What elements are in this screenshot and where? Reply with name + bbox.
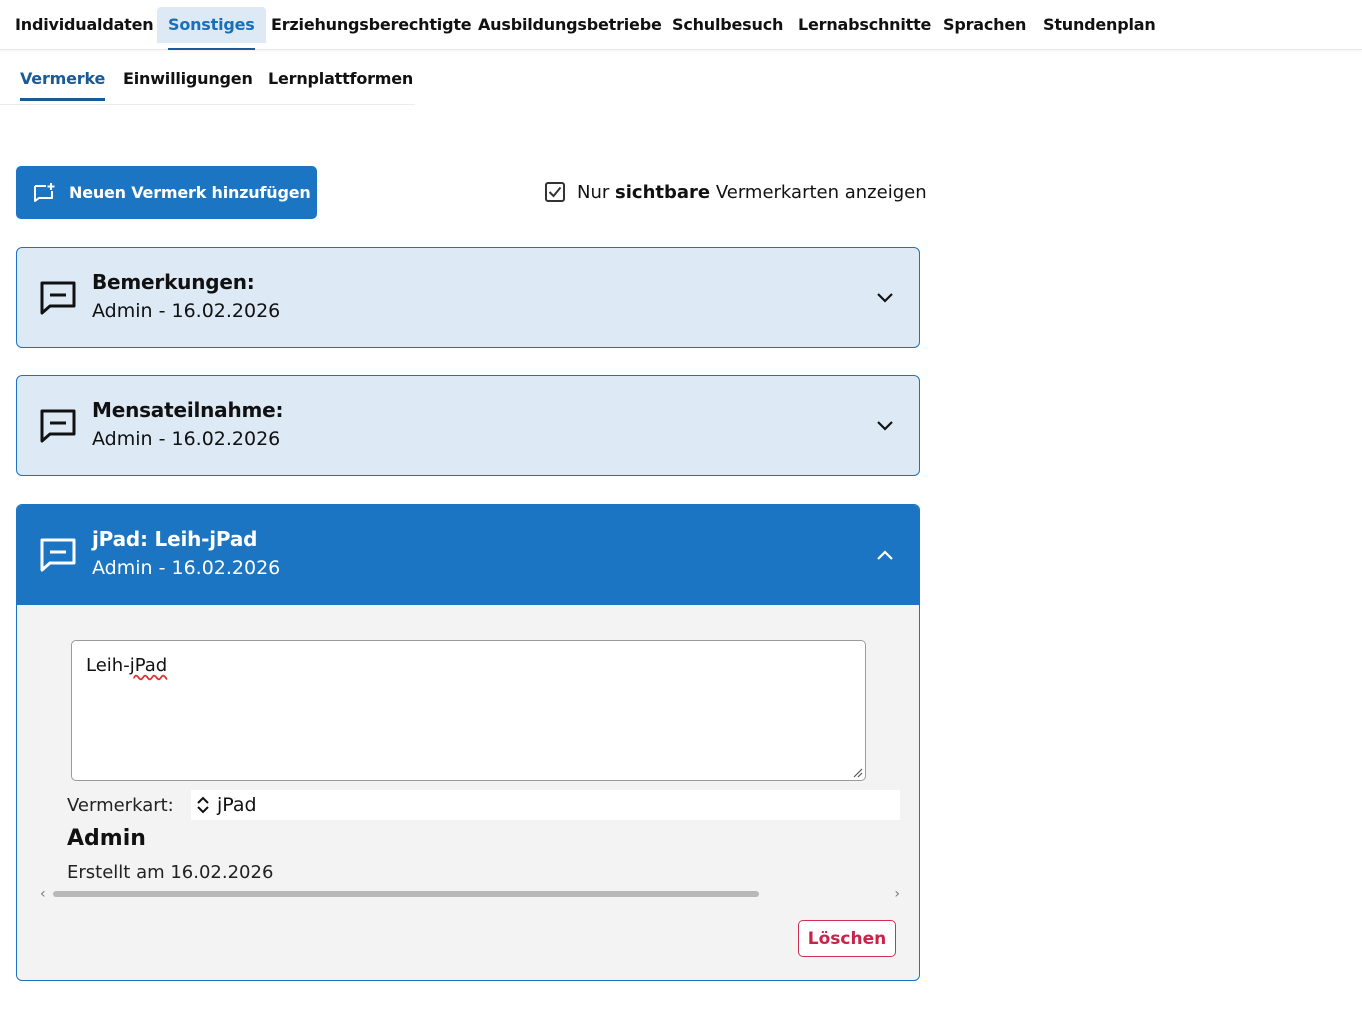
note-card-jpad: jPad: Leih-jPad Admin - 16.02.2026 Leih-…: [16, 504, 920, 981]
note-card-mensateilnahme: Mensateilnahme: Admin - 16.02.2026: [16, 375, 920, 476]
horizontal-scrollbar[interactable]: ‹ ›: [39, 885, 901, 903]
subtab-einwilligungen[interactable]: Einwilligungen: [123, 69, 253, 88]
main-tab-bar: Individualdaten Sonstiges Erziehungsbere…: [0, 0, 1362, 50]
tab-ausbildungsbetriebe[interactable]: Ausbildungsbetriebe: [478, 7, 662, 43]
note-title: Bemerkungen:: [92, 270, 255, 294]
tab-sprachen[interactable]: Sprachen: [943, 7, 1026, 43]
tab-schulbesuch[interactable]: Schulbesuch: [672, 7, 783, 43]
scroll-left-icon[interactable]: ‹: [40, 886, 46, 902]
note-card-header[interactable]: Bemerkungen: Admin - 16.02.2026: [17, 248, 919, 347]
note-kind-select[interactable]: jPad: [191, 790, 900, 820]
scrollbar-thumb[interactable]: [53, 891, 759, 897]
tab-erziehungsberechtigte[interactable]: Erziehungsberechtigte: [271, 7, 472, 43]
delete-note-button[interactable]: Löschen: [798, 920, 896, 957]
note-card-header[interactable]: jPad: Leih-jPad Admin - 16.02.2026: [17, 505, 919, 605]
chevron-down-icon[interactable]: [875, 416, 895, 436]
note-kind-label: Vermerkart:: [67, 794, 174, 816]
comment-icon: [40, 281, 76, 315]
visible-only-toggle[interactable]: Nur sichtbare Vermerkarten anzeigen: [545, 178, 927, 206]
add-note-label: Neuen Vermerk hinzufügen: [69, 183, 311, 202]
note-author: Admin: [67, 826, 146, 851]
note-card-header[interactable]: Mensateilnahme: Admin - 16.02.2026: [17, 376, 919, 475]
subtab-vermerke[interactable]: Vermerke: [20, 69, 105, 101]
note-created-date: Erstellt am 16.02.2026: [67, 862, 274, 883]
add-comment-icon: [34, 182, 55, 202]
note-title: jPad: Leih-jPad: [92, 527, 258, 551]
tab-sonstiges[interactable]: Sonstiges: [157, 7, 266, 50]
chevron-down-icon[interactable]: [875, 288, 895, 308]
note-meta: Admin - 16.02.2026: [92, 557, 281, 579]
chevron-up-icon[interactable]: [875, 545, 895, 565]
note-meta: Admin - 16.02.2026: [92, 428, 281, 450]
sub-tab-bar: Vermerke Einwilligungen Lernplattformen: [0, 55, 415, 105]
note-card-body: Leih-jPad Vermerkart: jPad Admin Erstell…: [17, 605, 919, 981]
note-text-area[interactable]: Leih-jPad: [71, 640, 866, 781]
tab-individualdaten[interactable]: Individualdaten: [15, 7, 154, 43]
comment-icon: [40, 538, 76, 572]
comment-icon: [40, 409, 76, 443]
subtab-lernplattformen[interactable]: Lernplattformen: [268, 69, 413, 88]
note-kind-row: Vermerkart: jPad: [67, 790, 900, 820]
note-card-bemerkungen: Bemerkungen: Admin - 16.02.2026: [16, 247, 920, 348]
resize-grip-icon[interactable]: [853, 768, 863, 778]
tab-stundenplan[interactable]: Stundenplan: [1043, 7, 1156, 43]
note-title: Mensateilnahme:: [92, 398, 284, 422]
note-kind-value: jPad: [217, 794, 257, 816]
visible-only-checkbox[interactable]: [545, 182, 565, 202]
visible-only-label: Nur sichtbare Vermerkarten anzeigen: [577, 181, 927, 203]
note-meta: Admin - 16.02.2026: [92, 300, 281, 322]
add-note-button[interactable]: Neuen Vermerk hinzufügen: [16, 166, 317, 219]
scroll-right-icon[interactable]: ›: [894, 886, 900, 902]
select-updown-icon: [197, 796, 209, 814]
tab-lernabschnitte[interactable]: Lernabschnitte: [798, 7, 931, 43]
check-icon: [548, 186, 562, 198]
